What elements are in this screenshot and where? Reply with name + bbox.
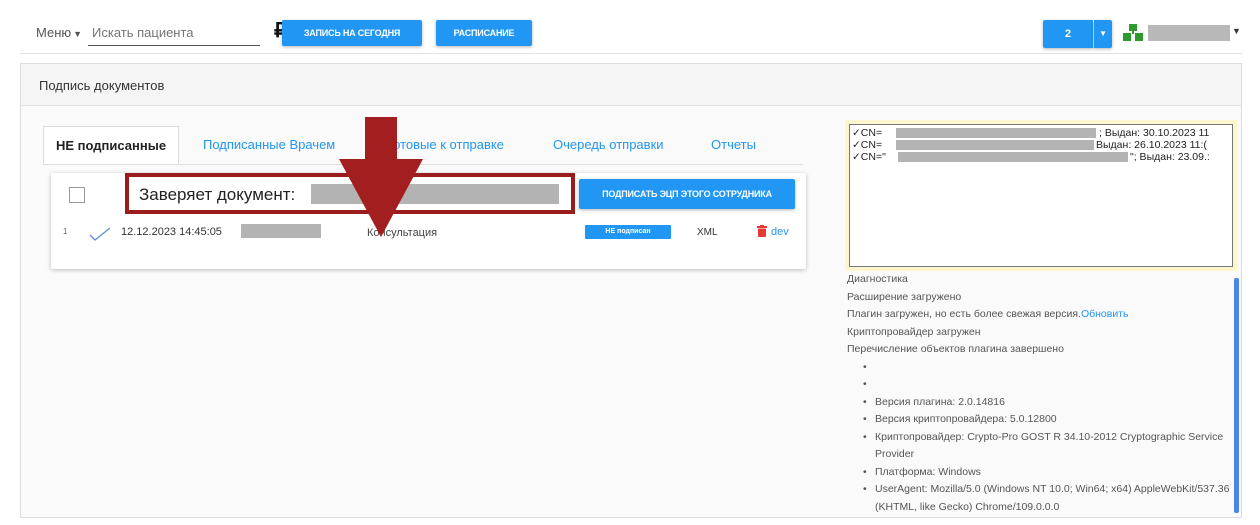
- diagnostics-item: [863, 376, 1231, 394]
- certificate-redacted: [898, 152, 1128, 162]
- caret-down-icon: ▼: [73, 29, 83, 39]
- row-number: 1: [63, 227, 68, 236]
- sign-with-employee-ecp-button[interactable]: ПОДПИСАТЬ ЭЦП ЭТОГО СОТРУДНИКА: [579, 179, 795, 209]
- user-name-redacted[interactable]: [1148, 25, 1230, 41]
- diagnostics-list: Версия плагина: 2.0.14816 Версия криптоп…: [847, 359, 1231, 517]
- chevron-down-icon[interactable]: ▼: [1094, 20, 1112, 48]
- certificate-redacted: [896, 140, 1094, 150]
- diagnostics-item: UserAgent: Mozilla/5.0 (Windows NT 10.0;…: [863, 481, 1231, 516]
- certificate-redacted: [896, 128, 1096, 138]
- diagnostics-panel: Диагностика Расширение загружено Плагин …: [847, 271, 1231, 516]
- xml-link[interactable]: XML: [697, 227, 718, 238]
- trash-icon[interactable]: [757, 225, 767, 237]
- diagnostics-line-plugin: Плагин загружен, но есть более свежая ве…: [847, 306, 1231, 324]
- tab-divider: [43, 164, 803, 165]
- dev-link[interactable]: dev: [771, 226, 789, 238]
- diagnostics-item: Криптопровайдер: Crypto-Pro GOST R 34.10…: [863, 429, 1231, 464]
- diagnostics-line: Перечисление объектов плагина завершено: [847, 343, 1064, 355]
- certificate-issued: Выдан: 26.10.2023 11:(: [1096, 139, 1207, 151]
- patient-search-input[interactable]: [88, 20, 260, 46]
- checkmark-icon: [89, 227, 111, 241]
- diagnostics-line: Расширение загружено: [847, 290, 962, 303]
- tab-reports[interactable]: Отчеты: [711, 126, 756, 164]
- user-avatar-icon[interactable]: [1123, 24, 1143, 42]
- select-all-checkbox[interactable]: [69, 187, 85, 203]
- schedule-button[interactable]: РАСПИСАНИЕ: [436, 20, 532, 46]
- tab-unsigned[interactable]: НЕ подписанные: [43, 126, 180, 164]
- notification-count-button[interactable]: 2: [1043, 20, 1093, 48]
- tab-send-queue[interactable]: Очередь отправки: [553, 126, 664, 164]
- certificate-item[interactable]: ✓CN=" "; Выдан: 23.09.:: [852, 151, 1232, 163]
- certificate-issued: ; Выдан: 30.10.2023 11: [1099, 127, 1210, 139]
- diagnostics-title: Диагностика: [847, 273, 908, 285]
- diagnostics-scrollbar[interactable]: [1234, 278, 1239, 513]
- certificate-issued: "; Выдан: 23.09.:: [1130, 151, 1210, 163]
- document-signing-panel: Подпись документов НЕ подписанные Подпис…: [20, 63, 1242, 518]
- certificate-item[interactable]: ✓CN= Выдан: 26.10.2023 11:(: [852, 139, 1232, 151]
- diagnostics-line-text: Плагин загружен, но есть более свежая ве…: [847, 308, 1081, 320]
- diagnostics-item: Версия плагина: 2.0.14816: [863, 394, 1231, 412]
- menu-label: Меню: [36, 25, 72, 40]
- red-arrow-annotation: [339, 117, 423, 237]
- diagnostics-item: [863, 359, 1231, 377]
- patient-name-redacted: [241, 224, 321, 238]
- diagnostics-line: Криптопровайдер загружен: [847, 325, 981, 338]
- diagnostics-item: Версия криптопровайдера: 5.0.12800: [863, 411, 1231, 429]
- certificate-list[interactable]: ✓CN= ; Выдан: 30.10.2023 11 ✓CN= Выдан: …: [849, 124, 1233, 267]
- document-datetime: 12.12.2023 14:45:05: [121, 226, 222, 238]
- appointments-today-button[interactable]: ЗАПИСЬ НА СЕГОДНЯ: [282, 20, 422, 46]
- tab-signed-by-doctor[interactable]: Подписанные Врачем: [203, 126, 335, 164]
- certificate-cn: ✓CN=: [852, 127, 883, 139]
- certificate-item[interactable]: ✓CN= ; Выдан: 30.10.2023 11: [852, 127, 1232, 139]
- certificate-cn: ✓CN=: [852, 139, 883, 151]
- status-badge: НЕ подписан: [585, 225, 671, 239]
- panel-title: Подпись документов: [21, 64, 1241, 106]
- certifier-label: Заверяет документ:: [139, 185, 296, 204]
- diagnostics-item: Платформа: Windows: [863, 464, 1231, 482]
- document-card: Заверяет документ: ПОДПИСАТЬ ЭЦП ЭТОГО С…: [51, 173, 806, 269]
- user-caret-icon[interactable]: ▼: [1232, 26, 1241, 36]
- top-navbar: Меню▼ ₽ ЗАПИСЬ НА СЕГОДНЯ РАСПИСАНИЕ 2 ▼…: [20, 12, 1242, 54]
- update-plugin-link[interactable]: Обновить: [1081, 308, 1129, 320]
- menu-button[interactable]: Меню ▼: [36, 25, 82, 40]
- certificate-cn: ✓CN=": [852, 151, 886, 163]
